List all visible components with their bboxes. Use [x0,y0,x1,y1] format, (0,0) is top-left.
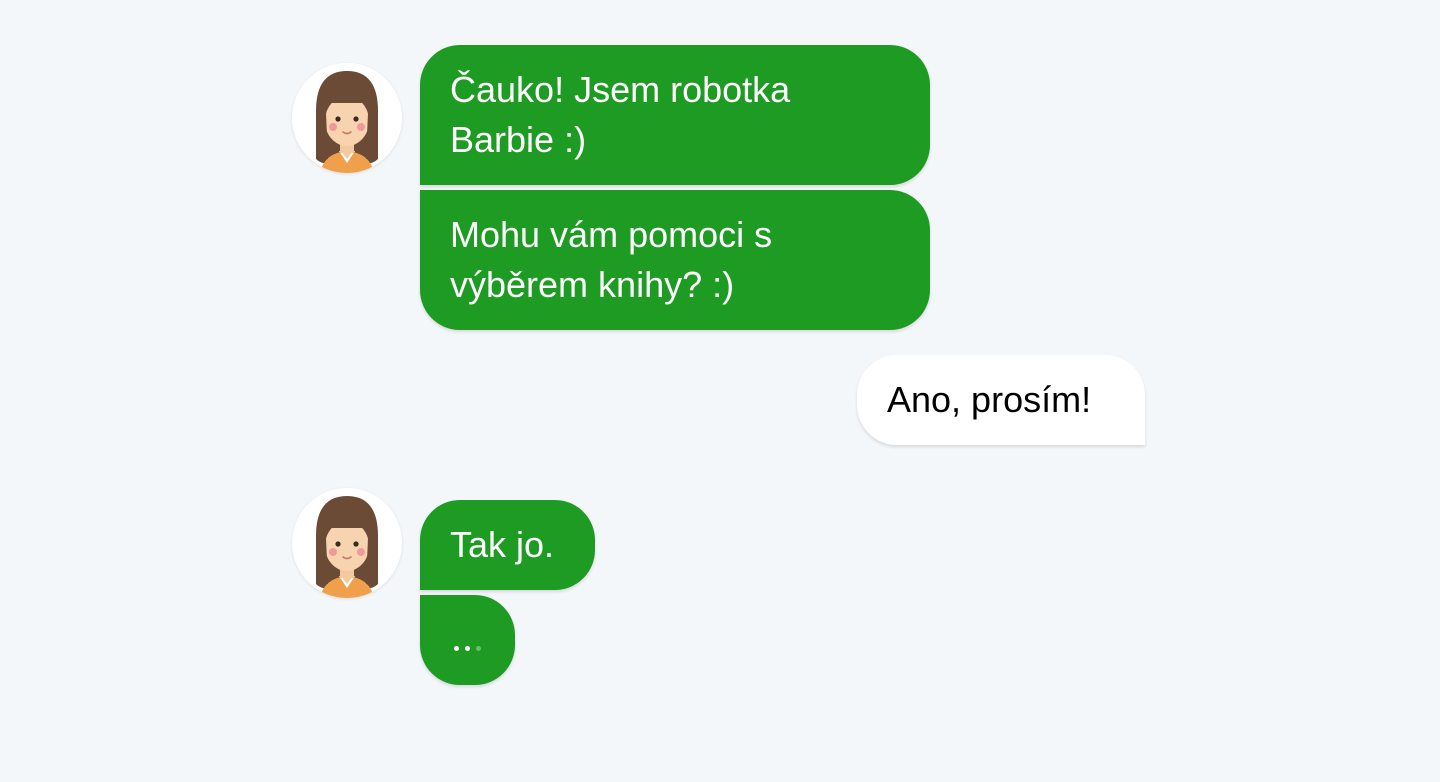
typing-dot [465,645,470,651]
typing-dot [476,645,481,651]
girl-avatar-icon [292,488,402,598]
user-message: Ano, prosím! [857,355,1145,445]
bot-message: Čauko! Jsem robotka Barbie :) [420,45,930,185]
message-text: Čauko! Jsem robotka Barbie :) [450,69,791,160]
message-text: Mohu vám pomoci s výběrem knihy? :) [450,214,773,305]
typing-indicator [420,595,515,685]
bot-avatar [292,63,402,173]
girl-avatar-icon [292,63,402,173]
typing-dot [454,645,459,651]
chat-window: Čauko! Jsem robotka Barbie :) Mohu vám p… [0,0,1440,782]
bot-message: Mohu vám pomoci s výběrem knihy? :) [420,190,930,330]
message-text: Ano, prosím! [887,379,1092,420]
message-text: Tak jo. [450,524,555,565]
bot-avatar [292,488,402,598]
bot-message: Tak jo. [420,500,595,590]
